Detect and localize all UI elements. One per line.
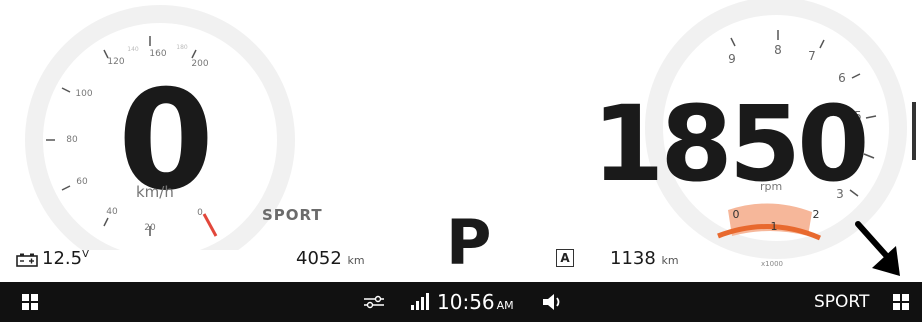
drive-mode-button[interactable]: SPORT [814, 292, 869, 312]
speed-tick: 100 [75, 89, 92, 99]
grid-cell [902, 294, 909, 301]
grid-cell [31, 303, 38, 310]
grid-cell [22, 303, 29, 310]
grid-cell [902, 303, 909, 310]
speed-tick: 60 [76, 177, 88, 187]
rpm-tick: 7 [808, 49, 816, 63]
side-indicator [912, 102, 916, 160]
speed-tick: 20 [144, 223, 156, 233]
odometer: 4052 km [296, 248, 365, 269]
gear-indicator: P [446, 206, 492, 279]
rpm-scale-label: x1000 [761, 260, 783, 268]
speed-tick: 180 [176, 44, 188, 51]
trip-label: A [556, 249, 574, 267]
volume-icon[interactable] [541, 292, 565, 312]
clock-ampm: AM [496, 299, 514, 312]
odometer-value: 4052 [296, 248, 342, 269]
speed-tick: 140 [127, 46, 139, 53]
apps-grid-button[interactable] [893, 294, 909, 310]
clock-time: 10:56 [437, 290, 495, 314]
battery-unit: V [82, 249, 89, 260]
grid-cell [22, 294, 29, 301]
sliders-icon[interactable] [362, 294, 386, 310]
trip-meter: 1138 km [610, 248, 679, 269]
rpm-tick: 9 [728, 52, 736, 66]
rpm-sub-tick: 1 [771, 220, 778, 233]
trip-value: 1138 [610, 248, 656, 269]
rpm-sub-tick: 2 [813, 208, 820, 221]
battery-value: 12.5 [42, 248, 83, 269]
trip-unit: km [661, 254, 679, 267]
clock: 10:56 AM [437, 290, 514, 314]
speed-tick: 40 [106, 207, 118, 217]
grid-cell [893, 303, 900, 310]
pointer-arrow-icon [855, 221, 900, 276]
rpm-unit: rpm [760, 180, 783, 193]
taskbar: 10:56 AM SPORT [0, 282, 922, 322]
speed-unit: km/h [136, 183, 174, 201]
speed-tick: 160 [149, 49, 166, 59]
speed-tick: 80 [66, 135, 78, 145]
rpm-sub-tick: 0 [733, 208, 740, 221]
odometer-unit: km [347, 254, 365, 267]
home-grid-button[interactable] [22, 294, 38, 310]
grid-cell [31, 294, 38, 301]
rpm-tick: 8 [774, 43, 782, 57]
battery-icon [16, 253, 38, 267]
signal-strength-icon [411, 293, 429, 310]
grid-cell [893, 294, 900, 301]
instrument-cluster: 20 40 60 80 100 120 140 160 180 200 0 0 … [0, 0, 922, 282]
battery-voltage: 12.5V [42, 248, 89, 269]
drive-mode-label: SPORT [262, 206, 323, 224]
rpm-value: 1850 [592, 83, 869, 205]
